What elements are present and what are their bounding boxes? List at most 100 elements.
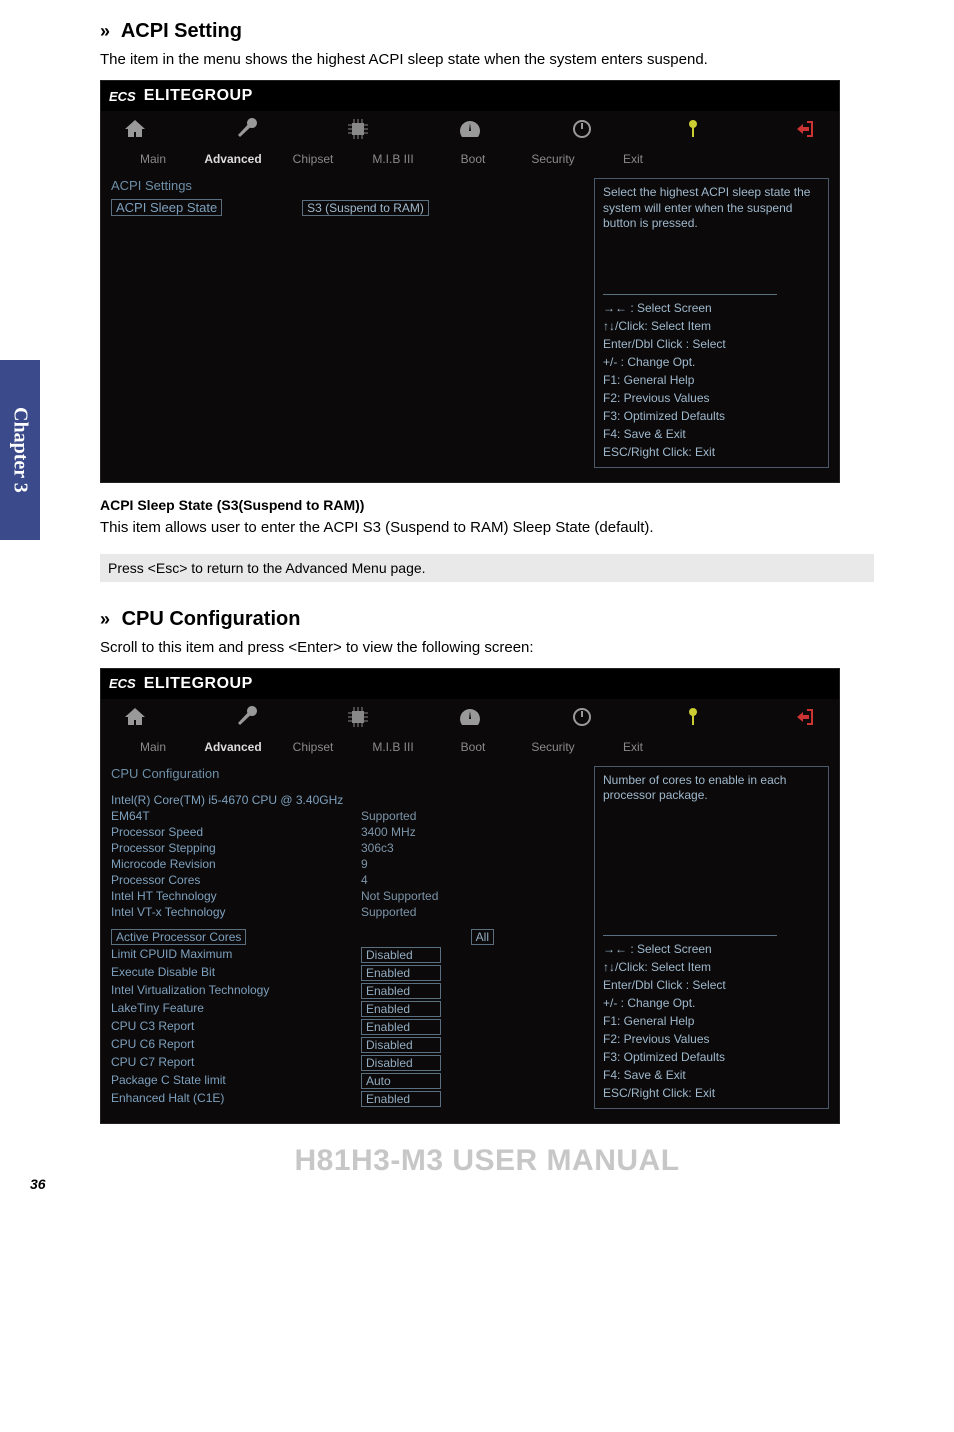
row-value: Disabled <box>361 1055 441 1071</box>
nav-line: Enter/Dbl Click : Select <box>603 976 820 994</box>
key-icon <box>681 117 705 144</box>
row-label: Limit CPUID Maximum <box>111 947 361 963</box>
brand-logo: ECS <box>109 89 136 104</box>
row-label: Intel Virtualization Technology <box>111 983 361 999</box>
bios-section-title: ACPI Settings <box>111 178 584 193</box>
exit-icon <box>793 705 817 732</box>
info-row: Intel VT-x TechnologySupported <box>111 905 584 919</box>
setting-row: Active Processor CoresAll <box>111 929 584 945</box>
row-label: Execute Disable Bit <box>111 965 361 981</box>
section-heading-acpi: » ACPI Setting <box>100 20 874 43</box>
row-label: Enhanced Halt (C1E) <box>111 1091 361 1107</box>
setting-value: S3 (Suspend to RAM) <box>302 200 429 216</box>
brand-text: ELITEGROUP <box>144 87 253 105</box>
row-label: Processor Stepping <box>111 841 361 855</box>
row-label: Processor Cores <box>111 873 361 887</box>
manual-title: H81H3-M3 USER MANUAL <box>100 1144 874 1178</box>
power-icon <box>570 117 594 144</box>
heading-text: CPU Configuration <box>122 608 301 630</box>
info-row: Processor Speed3400 MHz <box>111 825 584 839</box>
nav-line: F2: Previous Values <box>603 1030 820 1048</box>
esc-note: Press <Esc> to return to the Advanced Me… <box>100 554 874 582</box>
row-value: Enabled <box>361 1091 441 1107</box>
setting-row: CPU C7 ReportDisabled <box>111 1055 584 1071</box>
gauge-icon <box>458 705 482 732</box>
tab-mib: M.I.B III <box>353 150 433 168</box>
tab-chipset: Chipset <box>273 150 353 168</box>
help-divider <box>603 935 777 936</box>
tab-security: Security <box>513 738 593 756</box>
setting-row: Enhanced Halt (C1E)Enabled <box>111 1091 584 1107</box>
row-label: CPU C6 Report <box>111 1037 361 1053</box>
key-icon <box>681 705 705 732</box>
row-label: Active Processor Cores <box>111 929 246 945</box>
heading-text: ACPI Setting <box>121 20 242 42</box>
nav-line: F3: Optimized Defaults <box>603 407 820 425</box>
cpu-name: Intel(R) Core(TM) i5-4670 CPU @ 3.40GHz <box>111 793 361 807</box>
row-value: Enabled <box>361 983 441 999</box>
nav-line: +/- : Change Opt. <box>603 994 820 1012</box>
nav-line: →← : Select Screen <box>603 940 820 958</box>
wrench-icon <box>235 117 259 144</box>
home-icon <box>123 117 147 144</box>
nav-line: F3: Optimized Defaults <box>603 1048 820 1066</box>
nav-line: →← : Select Screen <box>603 299 820 317</box>
tab-advanced: Advanced <box>193 738 273 756</box>
bios-screenshot-acpi: ECS ELITEGROUP Main Advanced Chipset M.I… <box>100 80 840 483</box>
row-value: 3400 MHz <box>361 825 416 839</box>
row-value: Disabled <box>361 1037 441 1053</box>
row-label: Processor Speed <box>111 825 361 839</box>
row-value: Enabled <box>361 965 441 981</box>
exit-icon <box>793 117 817 144</box>
tab-security: Security <box>513 150 593 168</box>
home-icon <box>123 705 147 732</box>
row-value: 4 <box>361 873 368 887</box>
brand-logo: ECS <box>109 676 136 691</box>
setting-row: Package C State limitAuto <box>111 1073 584 1089</box>
setting-row: LakeTiny FeatureEnabled <box>111 1001 584 1017</box>
setting-row: CPU C6 ReportDisabled <box>111 1037 584 1053</box>
chevron-icon: » <box>100 21 110 41</box>
row-label: EM64T <box>111 809 361 823</box>
row-value: Not Supported <box>361 889 438 903</box>
tab-advanced: Advanced <box>193 150 273 168</box>
row-value: Auto <box>361 1073 441 1089</box>
tab-exit: Exit <box>593 150 673 168</box>
nav-line: F4: Save & Exit <box>603 1066 820 1084</box>
acpi-item-title: ACPI Sleep State (S3(Suspend to RAM)) <box>100 497 874 513</box>
gauge-icon <box>458 117 482 144</box>
setting-row: CPU C3 ReportEnabled <box>111 1019 584 1035</box>
bios-section-title: CPU Configuration <box>111 766 584 781</box>
nav-line: F1: General Help <box>603 371 820 389</box>
nav-line: Enter/Dbl Click : Select <box>603 335 820 353</box>
row-value: 306c3 <box>361 841 394 855</box>
tab-chipset: Chipset <box>273 738 353 756</box>
row-label: Microcode Revision <box>111 857 361 871</box>
info-row: EM64TSupported <box>111 809 584 823</box>
row-label: Package C State limit <box>111 1073 361 1089</box>
tab-boot: Boot <box>433 150 513 168</box>
chip-icon <box>346 705 370 732</box>
tab-exit: Exit <box>593 738 673 756</box>
cpu-intro: Scroll to this item and press <Enter> to… <box>100 637 874 658</box>
bios-tabs-row: Main Advanced Chipset M.I.B III Boot Sec… <box>101 150 839 172</box>
row-label: LakeTiny Feature <box>111 1001 361 1017</box>
tab-boot: Boot <box>433 738 513 756</box>
row-label: Intel HT Technology <box>111 889 361 903</box>
chevron-icon: » <box>100 609 110 629</box>
acpi-intro: The item in the menu shows the highest A… <box>100 49 874 70</box>
nav-line: ↑↓/Click: Select Item <box>603 317 820 335</box>
nav-line: ESC/Right Click: Exit <box>603 1084 820 1102</box>
row-value: Disabled <box>361 947 441 963</box>
acpi-item-text: This item allows user to enter the ACPI … <box>100 517 874 538</box>
row-value: Supported <box>361 905 416 919</box>
bios-screenshot-cpu: ECS ELITEGROUP Main Advanced Chipset M.I… <box>100 668 840 1124</box>
nav-line: ↑↓/Click: Select Item <box>603 958 820 976</box>
setting-row: ACPI Sleep State S3 (Suspend to RAM) <box>111 199 584 216</box>
nav-line: F2: Previous Values <box>603 389 820 407</box>
row-label: CPU C7 Report <box>111 1055 361 1071</box>
nav-line: F1: General Help <box>603 1012 820 1030</box>
setting-row: Execute Disable BitEnabled <box>111 965 584 981</box>
wrench-icon <box>235 705 259 732</box>
help-divider <box>603 294 777 295</box>
